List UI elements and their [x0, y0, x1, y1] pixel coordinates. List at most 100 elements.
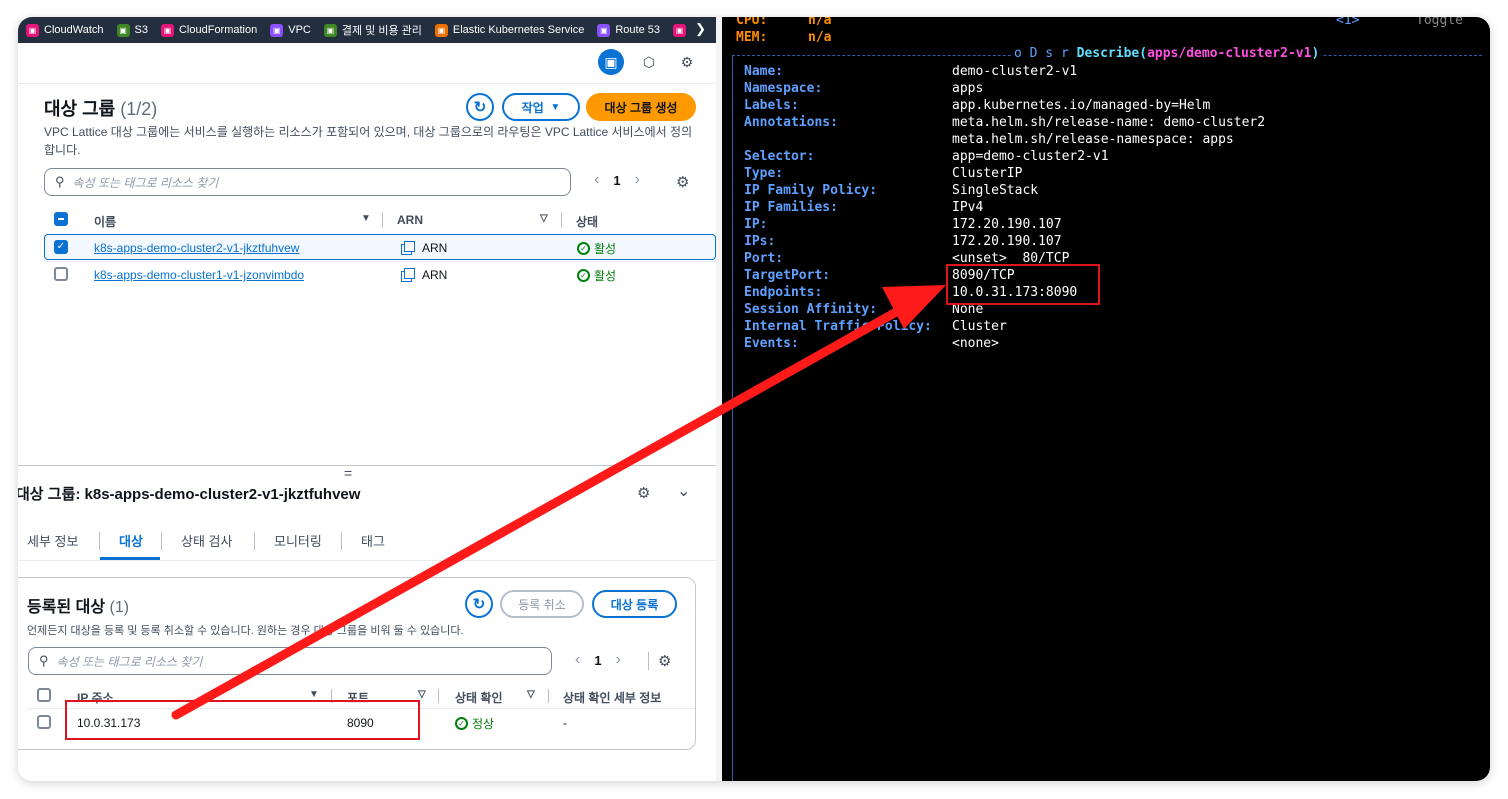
describe-key: Port:: [744, 251, 784, 266]
cloudformation-icon: ▣: [160, 23, 174, 37]
resize-handle[interactable]: =: [344, 465, 352, 481]
deregister-button[interactable]: 등록 취소: [500, 590, 584, 618]
bookmark-route53[interactable]: ▣ Route 53: [597, 23, 660, 37]
column-header-status[interactable]: 상태: [576, 213, 598, 230]
panel-toolbar: ▣ ⬡ ⚙: [598, 49, 700, 75]
row-checkbox[interactable]: [37, 715, 51, 729]
settings-gear-icon[interactable]: ⚙: [676, 173, 689, 191]
describe-key: IP Family Policy:: [744, 183, 878, 198]
pager-separator: [648, 652, 649, 670]
chevron-right-icon[interactable]: ❯: [695, 21, 706, 37]
tab-targets[interactable]: 대상: [119, 531, 143, 550]
divider: [18, 83, 716, 84]
column-separator: [382, 213, 383, 227]
describe-line: IP Families: IPv4: [744, 199, 984, 216]
bookmark-cloudwatch[interactable]: ▣ CloudWatch: [26, 23, 104, 37]
sort-caret-outline-icon[interactable]: ▽: [418, 689, 426, 700]
describe-line: TargetPort: 8090/TCP: [744, 267, 1015, 284]
bookmark-eks[interactable]: ▣ Elastic Kubernetes Service: [434, 23, 584, 37]
sort-caret-down-icon[interactable]: ▼: [309, 689, 319, 700]
bookmark-icon: ▣: [673, 23, 686, 37]
actions-button[interactable]: 작업 ▼: [502, 93, 580, 121]
billing-icon: ▣: [323, 23, 337, 37]
tab-health-checks[interactable]: 상태 검사: [181, 531, 232, 550]
annotation-highlight-box: [65, 700, 420, 740]
sort-caret-down-icon[interactable]: ▼: [361, 213, 371, 224]
describe-key: Name:: [744, 64, 784, 79]
copy-icon[interactable]: [401, 268, 415, 282]
column-separator: [561, 213, 562, 227]
chevron-left-icon[interactable]: ‹: [594, 171, 599, 189]
settings-gear-icon[interactable]: ⚙: [637, 484, 650, 502]
registered-targets-count: (1): [109, 599, 130, 616]
describe-key: Labels:: [744, 98, 799, 113]
describe-value: Cluster: [952, 318, 1007, 335]
bookmark-truncated[interactable]: ▣: [673, 23, 691, 37]
search-icon: ⚲: [39, 653, 49, 668]
describe-line: Session Affinity: None: [744, 301, 984, 318]
hexagon-icon[interactable]: ⬡: [636, 49, 662, 75]
column-header-health-detail[interactable]: 상태 확인 세부 정보: [563, 689, 661, 706]
registered-targets-search-input[interactable]: ⚲ 속성 또는 태그로 리소스 찾기: [28, 647, 552, 675]
describe-line: Name: demo-cluster2-v1: [744, 63, 1078, 80]
describe-line: Events: <none>: [744, 335, 999, 352]
settings-gear-icon[interactable]: ⚙: [658, 652, 671, 670]
describe-line: Endpoints: 10.0.31.173:8090: [744, 284, 1078, 301]
create-target-group-button[interactable]: 대상 그룹 생성: [586, 93, 696, 121]
chevron-down-icon[interactable]: ⌄: [677, 481, 690, 501]
status-badge: ✓ 활성: [577, 267, 616, 284]
column-header-name[interactable]: 이름: [94, 213, 116, 230]
column-header-arn[interactable]: ARN: [397, 213, 423, 227]
health-status-badge: ✓ 정상: [455, 715, 494, 732]
describe-value: demo-cluster2-v1: [952, 63, 1078, 80]
arn-cell: ARN: [422, 268, 448, 282]
eks-icon: ▣: [434, 23, 448, 37]
chevron-right-icon[interactable]: ›: [635, 171, 640, 189]
refresh-button[interactable]: ↻: [465, 590, 493, 618]
tab-tags[interactable]: 태그: [361, 531, 385, 550]
target-group-name-link[interactable]: k8s-apps-demo-cluster2-v1-jkztfuhvew: [94, 241, 299, 255]
describe-value: meta.helm.sh/release-namespace: apps: [952, 131, 1234, 148]
row-divider: [44, 261, 716, 262]
target-group-name-link[interactable]: k8s-apps-demo-cluster1-v1-jzonvimbdo: [94, 268, 304, 282]
bookmark-s3[interactable]: ▣ S3: [116, 23, 148, 37]
select-all-checkbox[interactable]: [37, 688, 51, 702]
term-header-mem: MEM: n/a: [736, 30, 832, 45]
select-all-checkbox[interactable]: [54, 212, 68, 226]
describe-value: ClusterIP: [952, 165, 1023, 182]
sort-caret-outline-icon[interactable]: ▽: [527, 689, 535, 700]
tab-separator: [341, 532, 342, 550]
split-panel-icon[interactable]: ▣: [598, 49, 624, 75]
describe-value: app=demo-cluster2-v1: [952, 148, 1109, 165]
describe-value: IPv4: [952, 199, 984, 216]
row-checkbox-checked[interactable]: ✓: [54, 240, 68, 254]
chevron-left-icon[interactable]: ‹: [575, 651, 580, 669]
describe-key: IP:: [744, 217, 768, 232]
k9s-terminal: CPU: n/a MEM: n/a <1> Toggle o D s r Descr…: [722, 17, 1490, 781]
refresh-button[interactable]: ↻: [466, 93, 494, 121]
caret-down-icon: ▼: [550, 101, 561, 113]
screen-settings-icon[interactable]: ⚙: [674, 49, 700, 75]
describe-line: Internal Traffic Policy: Cluster: [744, 318, 1007, 335]
describe-key: TargetPort:: [744, 268, 831, 283]
describe-key: IP Families:: [744, 200, 838, 215]
describe-key: Session Affinity:: [744, 302, 878, 317]
copy-icon[interactable]: [401, 241, 415, 255]
detail-title: 대상 그룹: k8s-apps-demo-cluster2-v1-jkztfuh…: [18, 486, 361, 503]
target-groups-title: 대상 그룹 (1/2): [44, 99, 158, 119]
target-groups-search-input[interactable]: ⚲ 속성 또는 태그로 리소스 찾기: [44, 168, 571, 196]
describe-title-bar: o D s r Describe(apps/demo-cluster2-v1): [1012, 45, 1322, 62]
bookmark-vpc[interactable]: ▣ VPC: [270, 23, 311, 37]
chevron-right-icon[interactable]: ›: [616, 651, 621, 669]
row-checkbox[interactable]: [54, 267, 68, 281]
tab-separator: [99, 532, 100, 550]
register-targets-button[interactable]: 대상 등록: [592, 590, 677, 618]
sort-caret-outline-icon[interactable]: ▽: [540, 213, 548, 224]
column-header-health[interactable]: 상태 확인: [455, 689, 503, 706]
describe-key: Annotations:: [744, 115, 838, 130]
bookmark-billing[interactable]: ▣ 결제 및 비용 관리: [323, 22, 422, 38]
tab-details[interactable]: 세부 정보: [27, 531, 78, 550]
bookmark-cloudformation[interactable]: ▣ CloudFormation: [160, 23, 257, 37]
describe-key: IPs:: [744, 234, 776, 249]
tab-monitoring[interactable]: 모니터링: [274, 531, 322, 550]
